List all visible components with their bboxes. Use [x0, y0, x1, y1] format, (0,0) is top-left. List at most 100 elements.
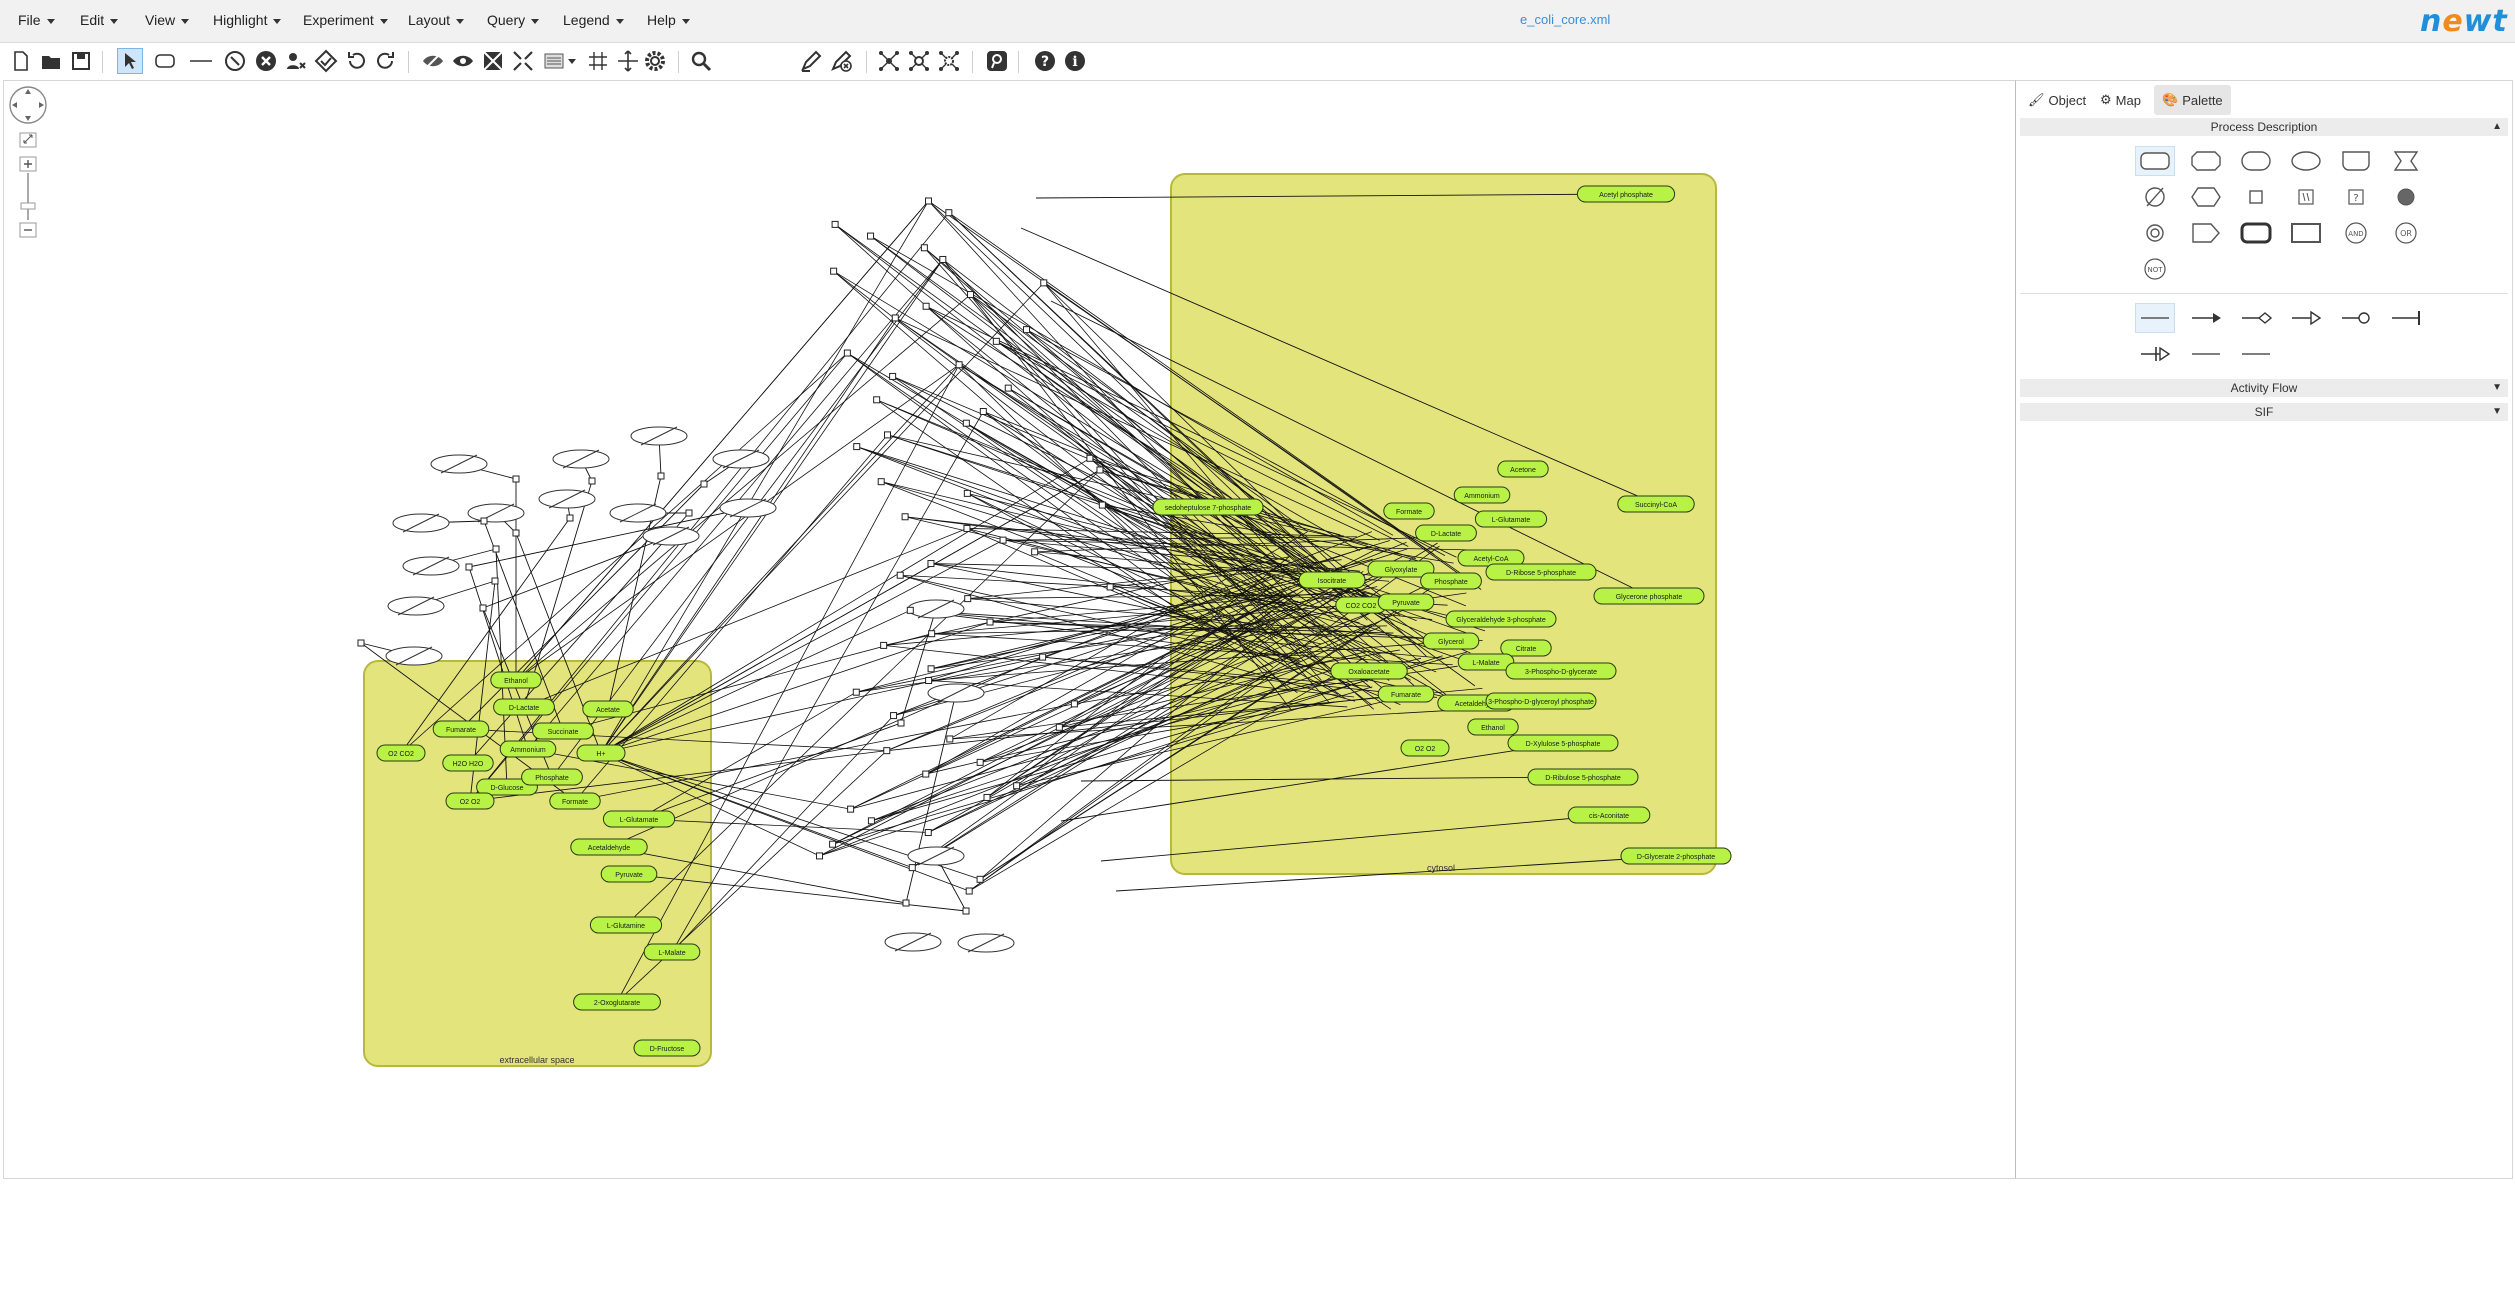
process-node[interactable]	[831, 220, 839, 228]
species-node[interactable]: H2O H2O	[442, 754, 494, 772]
validate-icon[interactable]	[313, 48, 339, 74]
menu-legend[interactable]: Legend	[563, 12, 624, 28]
process-node[interactable]	[939, 255, 947, 263]
species-node[interactable]: Phosphate	[521, 768, 583, 786]
species-node[interactable]: Glycerol	[1422, 632, 1480, 650]
species-node[interactable]: Phosphate	[1420, 572, 1482, 590]
species-node[interactable]: Succinate	[532, 722, 594, 740]
process-node[interactable]	[891, 314, 899, 322]
delete-icon[interactable]	[253, 48, 279, 74]
process-node[interactable]	[1070, 700, 1078, 708]
menu-view[interactable]: View	[145, 12, 190, 28]
species-node[interactable]: D-Xylulose 5-phosphate	[1507, 734, 1619, 752]
species-node[interactable]: sedoheptulose 7-phosphate	[1152, 498, 1264, 516]
source-sink-node[interactable]	[957, 933, 1015, 953]
species-node[interactable]: L-Malate	[1457, 653, 1515, 671]
compound-collapse-icon[interactable]	[480, 48, 506, 74]
source-sink-node[interactable]	[927, 683, 985, 703]
source-sink-node[interactable]	[392, 513, 450, 533]
species-node[interactable]: Ethanol	[490, 671, 542, 689]
palette-phenotype[interactable]	[2186, 182, 2226, 212]
menu-edit[interactable]: Edit	[80, 12, 119, 28]
species-node[interactable]: Oxaloacetate	[1330, 662, 1408, 680]
palette-tag[interactable]	[2186, 218, 2226, 248]
open-file-icon[interactable]	[38, 48, 64, 74]
process-node[interactable]	[945, 209, 953, 217]
compartment-cytosol[interactable]	[1170, 173, 1717, 875]
settings-icon[interactable]	[642, 48, 668, 74]
source-sink-node[interactable]	[907, 846, 965, 866]
process-node[interactable]	[965, 887, 973, 895]
process-node[interactable]	[512, 529, 520, 537]
species-node[interactable]: 2-Oxoglutarate	[573, 993, 661, 1011]
process-node[interactable]	[963, 524, 971, 532]
source-sink-node[interactable]	[387, 596, 445, 616]
process-node[interactable]	[922, 302, 930, 310]
palette-necessary-stimulation-edge[interactable]	[2135, 339, 2175, 369]
source-sink-node[interactable]	[642, 526, 700, 546]
show-icon[interactable]	[450, 48, 476, 74]
process-node[interactable]	[986, 618, 994, 626]
palette-unspecified-entity[interactable]	[2135, 146, 2175, 176]
process-node[interactable]	[1098, 501, 1106, 509]
highlight-processes-icon[interactable]	[906, 48, 932, 74]
redo-icon[interactable]	[373, 48, 399, 74]
species-node[interactable]: Citrate	[1500, 639, 1552, 657]
process-node[interactable]	[920, 244, 928, 252]
align-dropdown[interactable]	[542, 48, 580, 74]
process-node[interactable]	[853, 443, 861, 451]
menu-layout[interactable]: Layout	[408, 12, 465, 28]
add-edge-icon[interactable]	[188, 48, 214, 74]
source-sink-node[interactable]	[630, 426, 688, 446]
process-node[interactable]	[867, 817, 875, 825]
process-node[interactable]	[700, 480, 708, 488]
process-node[interactable]	[1086, 454, 1094, 462]
undo-icon[interactable]	[343, 48, 369, 74]
species-node[interactable]: Fumarate	[432, 720, 490, 738]
palette-dissociation[interactable]	[2135, 218, 2175, 248]
process-node[interactable]	[815, 852, 823, 860]
palette-and-operator[interactable]: AND	[2336, 218, 2376, 248]
species-node[interactable]: Acetone	[1497, 460, 1549, 478]
process-node[interactable]	[964, 595, 972, 603]
species-node[interactable]: L-Glutamate	[602, 810, 676, 828]
remove-highlight-icon[interactable]	[828, 48, 854, 74]
process-node[interactable]	[357, 639, 365, 647]
process-node[interactable]	[955, 361, 963, 369]
network-graph[interactable]: cytosolextracellular spaceEthanolD-Lacta…	[4, 81, 2016, 1178]
filter-icon[interactable]	[283, 48, 309, 74]
grid-icon[interactable]	[585, 48, 611, 74]
palette-perturbing-agent[interactable]	[2386, 146, 2426, 176]
process-node[interactable]	[924, 829, 932, 837]
palette-or-operator[interactable]: OR	[2386, 218, 2426, 248]
process-node[interactable]	[992, 337, 1000, 345]
highlight-by-path-icon[interactable]	[936, 48, 962, 74]
palette-modulation-edge[interactable]	[2236, 303, 2276, 333]
process-node[interactable]	[512, 475, 520, 483]
process-node[interactable]	[657, 472, 665, 480]
source-sink-node[interactable]	[907, 599, 965, 619]
species-node[interactable]: O2 O2	[445, 792, 495, 810]
process-node[interactable]	[830, 267, 838, 275]
process-node[interactable]	[922, 770, 930, 778]
species-node[interactable]: Formate	[549, 792, 601, 810]
hide-icon[interactable]	[420, 48, 446, 74]
species-node[interactable]: D-Glycerate 2-phosphate	[1620, 847, 1732, 865]
fit-view-button[interactable]	[19, 132, 37, 148]
section-sif[interactable]: SIF ▼	[2020, 403, 2508, 421]
process-node[interactable]	[843, 349, 851, 357]
help-icon[interactable]: ?	[1032, 48, 1058, 74]
process-node[interactable]	[480, 517, 488, 525]
palette-catalysis-edge[interactable]	[2336, 303, 2376, 333]
tab-object[interactable]: 🖌 Object	[2020, 85, 2094, 115]
palette-complex[interactable]	[2286, 146, 2326, 176]
process-node[interactable]	[479, 604, 487, 612]
species-node[interactable]: L-Glutamine	[589, 916, 663, 934]
process-node[interactable]	[491, 577, 499, 585]
expand-icon[interactable]	[510, 48, 536, 74]
process-node[interactable]	[877, 478, 885, 486]
species-node[interactable]: Ammonium	[1453, 486, 1511, 504]
process-node[interactable]	[925, 197, 933, 205]
source-sink-node[interactable]	[467, 503, 525, 523]
palette-macromolecule[interactable]	[2186, 146, 2226, 176]
